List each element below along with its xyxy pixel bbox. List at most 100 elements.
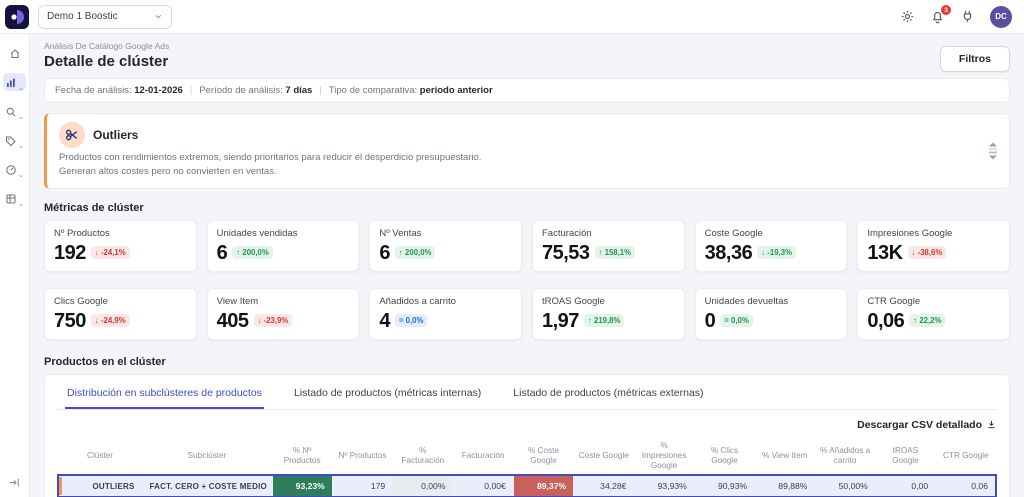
up-arrow-icon: ↑ (913, 316, 918, 326)
up-arrow-icon: ↑ (398, 248, 403, 258)
table-cell: 89,88% (754, 474, 816, 497)
down-arrow-icon: ↓ (761, 248, 766, 258)
metric-card: CTR Google 0,06 ↑ 22,2% (857, 287, 1010, 340)
info-value: periodo anterior (419, 85, 493, 96)
main-content: Análisis De Catálogo Google Ads Detalle … (30, 34, 1024, 497)
info-value: 7 días (285, 85, 313, 96)
table-cell: 34,28€ (573, 474, 635, 497)
metric-delta-badge: = 0,0% (720, 314, 753, 328)
column-header[interactable]: CTR Google (936, 438, 996, 476)
metric-value: 0,06 (867, 309, 905, 332)
search-icon (5, 105, 17, 117)
download-csv-link[interactable]: Descargar CSV detallado (57, 419, 997, 431)
tab-subclusters[interactable]: Distribución en subclústeres de producto… (65, 383, 264, 409)
metric-value: 750 (54, 309, 86, 332)
sidebar-collapse-icon[interactable] (8, 476, 21, 489)
table-cell: 93,23% (272, 474, 333, 497)
user-avatar[interactable]: DC (990, 5, 1012, 28)
products-tabs: Distribución en subclústeres de producto… (57, 383, 997, 410)
metric-label: Clics Google (54, 295, 108, 307)
column-header[interactable]: % Coste Google (513, 438, 573, 476)
breadcrumb: Análisis De Catálogo Google Ads (44, 41, 170, 51)
column-header[interactable]: Coste Google (574, 438, 634, 476)
column-header[interactable]: % Clics Google (694, 438, 754, 476)
metric-delta-badge: ↓ -24,9% (90, 314, 130, 328)
metric-delta-badge: ↓ -23,9% (253, 314, 293, 328)
app-logo-icon[interactable] (5, 5, 29, 29)
metric-delta-badge: ↑ 158,1% (594, 246, 636, 260)
metric-card: Coste Google 38,36 ↓ -19,3% (694, 219, 848, 272)
workspace-select[interactable]: Demo 1 Boostic (38, 4, 172, 29)
step-up-icon[interactable] (989, 142, 997, 147)
column-header[interactable]: % Añadidos a carrito (815, 438, 875, 476)
metric-card: Unidades vendidas 6 ↑ 200,0% (206, 219, 360, 272)
chevron-down-icon (154, 12, 163, 21)
metric-label: CTR Google (867, 295, 921, 307)
down-arrow-icon: ↓ (94, 316, 99, 326)
sidebar-item-search[interactable] (3, 102, 26, 120)
column-header[interactable]: % Facturación (393, 438, 453, 476)
sidebar-item-home[interactable] (7, 44, 23, 62)
column-header[interactable]: Facturación (453, 438, 513, 476)
sidebar-item-grid[interactable] (3, 189, 26, 207)
metric-label: View Item (216, 295, 259, 307)
metric-label: Unidades vendidas (216, 227, 298, 239)
chevron-down-icon (18, 195, 24, 207)
column-header[interactable]: % Nº Productos (272, 438, 332, 476)
sidebar-item-gauge[interactable] (3, 160, 26, 178)
metrics-grid: Nº Productos 192 ↓ -24,1% Unidades vendidas… (44, 219, 1010, 340)
step-down-icon[interactable] (989, 155, 997, 160)
analysis-info-bar: Fecha de análisis: 12-01-2026 | Período de… (44, 78, 1010, 103)
table-cell: 0,00€ (452, 474, 514, 497)
metric-card: View Item 405 ↓ -23,9% (206, 287, 360, 340)
products-card: Distribución en subclústeres de producto… (44, 373, 1010, 497)
metric-value: 13K (867, 241, 903, 264)
table-cell: 89,37% (513, 474, 575, 497)
column-header[interactable]: % Impresiones Google (634, 438, 694, 476)
notifications-bell-icon[interactable]: 3 (930, 5, 951, 24)
table-cell: 93,93% (633, 474, 695, 497)
metric-delta-badge: ↑ 219,8% (583, 314, 625, 328)
table-cell: 179 (332, 474, 394, 497)
metric-delta-badge: ↑ 200,0% (394, 246, 436, 260)
metric-delta-badge: ↓ -24,1% (90, 246, 130, 260)
metric-card: Unidades devueltas 0 = 0,0% (694, 287, 848, 340)
metric-label: tROAS Google (542, 295, 605, 307)
column-header[interactable]: Subclúster (142, 438, 272, 476)
eq-arrow-icon: = (724, 316, 729, 326)
gauge-icon (5, 163, 17, 175)
cluster-description-line1: Productos con rendimientos extremos, sie… (59, 152, 482, 163)
column-header[interactable]: tROAS Google (875, 438, 935, 476)
metric-label: Facturación (542, 227, 592, 239)
metric-card: Clics Google 750 ↓ -24,9% (44, 287, 197, 340)
info-separator: | (189, 85, 193, 96)
settings-gear-icon[interactable] (900, 9, 915, 24)
tab-products-external[interactable]: Listado de productos (métricas externas) (511, 383, 705, 409)
info-separator: | (319, 85, 322, 96)
column-header[interactable]: % View Item (755, 438, 815, 476)
sidebar-item-analytics[interactable] (3, 73, 26, 91)
metric-label: Añadidos a carrito (379, 295, 456, 307)
metric-value: 6 (379, 241, 390, 264)
page-title: Detalle de clúster (44, 53, 169, 70)
subclusters-table: Clúster Subclúster% Nº Productos Nº Produc… (57, 438, 998, 497)
workspace-select-value: Demo 1 Boostic (47, 11, 118, 22)
filters-button[interactable]: Filtros (939, 46, 1010, 72)
tab-products-internal[interactable]: Listado de productos (métricas internas) (292, 383, 483, 409)
sidebar-item-tag[interactable] (3, 131, 26, 149)
download-csv-label: Descargar CSV detallado (857, 418, 982, 431)
cluster-name: Outliers (93, 128, 139, 142)
column-header[interactable]: Clúster (58, 438, 142, 476)
home-icon (9, 47, 21, 59)
column-header[interactable]: Nº Productos (332, 438, 392, 476)
table-row[interactable]: OUTLIERS FACT. CERO + COSTE MEDIO 93,23% 17… (57, 474, 998, 497)
cluster-stepper[interactable] (989, 142, 997, 160)
products-section-title: Productos en el clúster (44, 355, 166, 368)
down-arrow-icon: ↓ (94, 248, 99, 258)
metric-label: Unidades devueltas (704, 295, 789, 307)
table-cell: 0,00% (392, 474, 454, 497)
integrations-plug-icon[interactable] (960, 9, 975, 24)
chevron-down-icon (18, 137, 24, 149)
download-icon (988, 420, 995, 429)
table-cell: OUTLIERS (57, 474, 143, 497)
